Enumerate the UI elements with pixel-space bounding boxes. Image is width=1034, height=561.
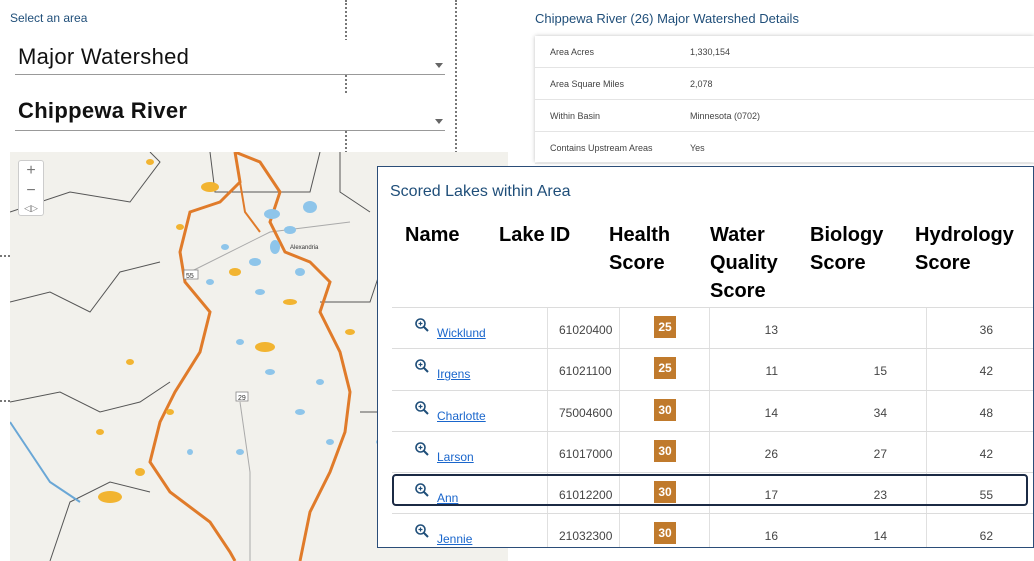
area-type-select[interactable]: Major Watershed bbox=[15, 40, 445, 75]
table-row: Larson 61017000 30 26 27 42 bbox=[392, 430, 1033, 472]
road bbox=[239, 401, 251, 561]
county-line bbox=[10, 261, 161, 313]
water-quality-score: 16 bbox=[764, 529, 778, 544]
details-value: 1,330,154 bbox=[690, 47, 731, 57]
details-table: Area Acres 1,330,154 Area Square Miles 2… bbox=[535, 36, 1034, 164]
zoom-in-button[interactable]: + bbox=[19, 161, 43, 181]
lake-name-link[interactable]: Wicklund bbox=[437, 326, 486, 340]
details-key: Area Acres bbox=[550, 47, 595, 57]
lake-id: 61021100 bbox=[559, 364, 612, 379]
zoom-to-lake-icon[interactable] bbox=[414, 523, 430, 539]
dropdown-arrow-icon bbox=[435, 119, 443, 124]
biology-score: 34 bbox=[873, 405, 887, 420]
col-hydrology-score[interactable]: Hydrology Score bbox=[915, 221, 1014, 277]
zoom-to-lake-icon[interactable] bbox=[414, 400, 430, 416]
health-score-badge: 30 bbox=[654, 398, 676, 421]
col-health-score[interactable]: Health Score bbox=[609, 221, 670, 277]
zoom-to-lake-icon[interactable] bbox=[414, 441, 430, 457]
col-lake-id[interactable]: Lake ID bbox=[499, 221, 570, 249]
details-value: 2,078 bbox=[690, 79, 713, 89]
details-row: Contains Upstream Areas Yes bbox=[535, 132, 1034, 164]
biology-score: 27 bbox=[873, 446, 887, 461]
route-label: 29 bbox=[238, 395, 246, 402]
highlighted-row-outline bbox=[392, 474, 1028, 506]
lakes-title: Scored Lakes within Area bbox=[390, 183, 571, 200]
col-hyd-line: Score bbox=[915, 252, 971, 274]
col-health-line: Health bbox=[609, 224, 671, 246]
hydrology-score: 42 bbox=[979, 364, 993, 379]
lake-id: 21032300 bbox=[559, 529, 613, 544]
dropdown-arrow-icon bbox=[435, 63, 443, 68]
health-score-badge: 30 bbox=[654, 439, 676, 462]
details-key: Area Square Miles bbox=[550, 79, 625, 89]
hydrology-score: 48 bbox=[979, 405, 993, 420]
map-zoom-control: + − ◁▷ bbox=[18, 160, 44, 216]
col-biology-score[interactable]: Biology Score bbox=[810, 221, 883, 277]
county-line bbox=[10, 381, 171, 413]
city-label: Alexandria bbox=[290, 245, 319, 251]
water-quality-score: 11 bbox=[765, 364, 778, 379]
water-quality-score: 13 bbox=[764, 323, 778, 337]
details-key: Within Basin bbox=[550, 111, 601, 121]
col-hyd-line: Hydrology bbox=[915, 224, 1014, 246]
water-quality-score: 14 bbox=[764, 405, 778, 420]
lake-name-link[interactable]: Larson bbox=[437, 450, 474, 464]
lake-id: 61020400 bbox=[559, 323, 613, 337]
lake-id: 61017000 bbox=[559, 446, 613, 461]
watershed-boundary bbox=[239, 181, 261, 233]
area-name-select[interactable]: Chippewa River bbox=[15, 94, 445, 131]
table-row: Jennie 21032300 30 16 14 62 bbox=[392, 513, 1033, 547]
col-water-quality-score[interactable]: Water Quality Score bbox=[710, 221, 778, 305]
col-name[interactable]: Name bbox=[405, 221, 459, 249]
details-key: Contains Upstream Areas bbox=[550, 143, 653, 153]
table-header: Name Lake ID Health Score Water Quality … bbox=[392, 221, 1033, 302]
col-bio-line: Score bbox=[810, 252, 866, 274]
area-name-value: Chippewa River bbox=[18, 98, 188, 123]
health-score-badge: 30 bbox=[654, 522, 676, 545]
lake-id: 75004600 bbox=[559, 405, 613, 420]
details-row: Area Acres 1,330,154 bbox=[535, 36, 1034, 68]
col-wq-line: Score bbox=[710, 280, 766, 302]
pan-arrows-icon[interactable]: ◁▷ bbox=[19, 201, 43, 215]
lakes-orange bbox=[96, 159, 355, 503]
zoom-to-lake-icon[interactable] bbox=[414, 317, 430, 333]
route-label: 55 bbox=[186, 273, 194, 280]
river bbox=[10, 421, 81, 503]
biology-score: 14 bbox=[873, 529, 887, 544]
zoom-to-lake-icon[interactable] bbox=[414, 358, 430, 374]
lakes-table-body: Wicklund 61020400 25 13 36 Irgens 61021100 25 11… bbox=[392, 307, 1033, 547]
health-score-badge: 25 bbox=[654, 316, 676, 338]
lake-name-link[interactable]: Irgens bbox=[437, 367, 470, 381]
select-area-label: Select an area bbox=[10, 11, 88, 25]
hydrology-score: 42 bbox=[979, 446, 993, 461]
table-row: Irgens 61021100 25 11 15 42 bbox=[392, 348, 1033, 389]
biology-score: 15 bbox=[873, 364, 887, 379]
details-row: Area Square Miles 2,078 bbox=[535, 68, 1034, 100]
col-health-line: Score bbox=[609, 252, 665, 274]
hydrology-score: 62 bbox=[979, 529, 993, 544]
col-bio-line: Biology bbox=[810, 224, 884, 246]
area-type-value: Major Watershed bbox=[18, 44, 190, 69]
zoom-out-button[interactable]: − bbox=[19, 181, 43, 201]
health-score-badge: 25 bbox=[654, 357, 676, 380]
details-value: Yes bbox=[690, 143, 705, 153]
table-row: Charlotte 75004600 30 14 34 48 bbox=[392, 389, 1033, 431]
details-title: Chippewa River (26) Major Watershed Deta… bbox=[535, 11, 799, 26]
water-quality-score: 26 bbox=[764, 446, 778, 461]
details-row: Within Basin Minnesota (0702) bbox=[535, 100, 1034, 132]
col-wq-line: Quality bbox=[710, 252, 778, 274]
lake-name-link[interactable]: Jennie bbox=[437, 532, 472, 546]
county-line bbox=[339, 152, 371, 213]
hydrology-score: 36 bbox=[979, 323, 993, 337]
lake-name-link[interactable]: Charlotte bbox=[437, 409, 486, 423]
table-row: Wicklund 61020400 25 13 36 bbox=[392, 307, 1033, 348]
col-wq-line: Water bbox=[710, 224, 765, 246]
details-value: Minnesota (0702) bbox=[690, 111, 761, 121]
